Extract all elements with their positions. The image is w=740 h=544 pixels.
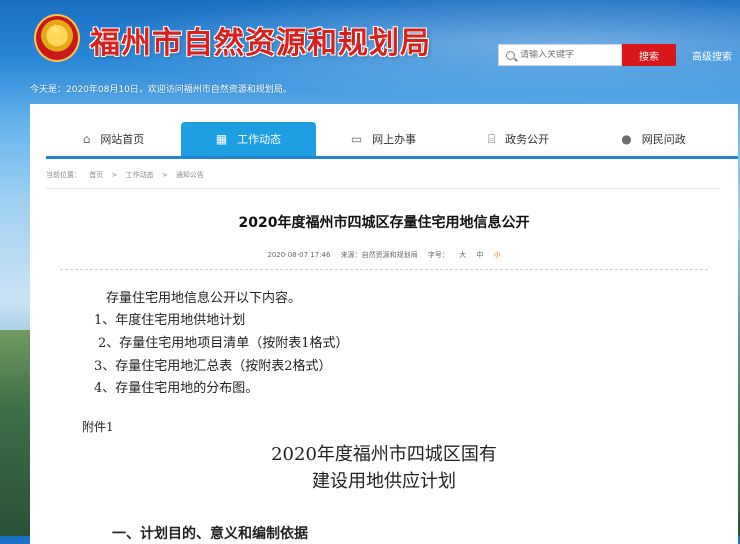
plan-title-line1: 2020年度福州市四城区国有 (271, 444, 497, 465)
nav-item-online-services[interactable]: ▭ 网上办事 (316, 122, 451, 156)
paragraph-item-3: 3、存量住宅用地汇总表（按附表2格式） (94, 359, 332, 374)
font-size-medium[interactable]: 中 (476, 251, 483, 259)
paragraph-item-2: 2、存量住宅用地项目清单（按附表1格式） (98, 336, 349, 351)
nav-item-home[interactable]: ⌂ 网站首页 (46, 122, 181, 156)
nav-item-label: 网民问政 (641, 133, 686, 146)
font-size-small[interactable]: 小 (494, 251, 501, 259)
nav-item-label: 网上办事 (372, 133, 417, 146)
font-size-large[interactable]: 大 (459, 251, 466, 259)
main-nav: ⌂ 网站首页 ▦ 工作动态 ▭ 网上办事 ⌸ 政务公开 ● 网民问政 (46, 122, 738, 159)
article-source: 来源：自然资源和规划局 (340, 251, 418, 259)
paragraph-item-4: 4、存量住宅用地的分布图。 (94, 381, 259, 396)
breadcrumb-separator: > (161, 171, 168, 179)
nav-item-gov-info[interactable]: ⌸ 政务公开 (451, 122, 586, 156)
grid-icon: ▦ (215, 132, 228, 146)
attachment-label: 附件1 (82, 420, 114, 434)
nav-item-label: 网站首页 (100, 133, 145, 146)
search-box[interactable] (498, 44, 622, 66)
monitor-icon: ▭ (350, 132, 363, 146)
nav-item-work-news[interactable]: ▦ 工作动态 (181, 122, 316, 156)
nav-item-label: 工作动态 (237, 133, 282, 146)
article-date: 2020-08-07 17:46 (267, 251, 331, 259)
advanced-search-link[interactable]: 高级搜索 (684, 44, 740, 66)
paragraph-item-1: 1、年度住宅用地供地计划 (94, 313, 246, 328)
breadcrumb-item-work-news[interactable]: 工作动态 (126, 171, 154, 179)
search-icon (506, 50, 515, 60)
article-meta: 2020-08-07 17:46 来源：自然资源和规划局 字号： 大 中 小 (30, 250, 738, 260)
article-title: 2020年度福州市四城区存量住宅用地信息公开 (238, 215, 530, 231)
breadcrumb-separator: > (111, 171, 118, 179)
divider (60, 269, 708, 270)
plan-title-line2: 建设用地供应计划 (312, 471, 456, 492)
breadcrumb-item-notices[interactable]: 通知公告 (176, 171, 204, 179)
national-emblem-icon: ★ (34, 14, 80, 62)
welcome-text: 今天是：2020年08月10日，欢迎访问福州市自然资源和规划局。 (30, 85, 292, 95)
section-heading: 一、计划目的、意义和编制依据 (112, 526, 308, 542)
breadcrumb-item-home[interactable]: 首页 (89, 171, 103, 179)
font-size-label: 字号： (427, 251, 449, 259)
breadcrumb-prefix: 当前位置： (46, 171, 81, 179)
content-card: ⌂ 网站首页 ▦ 工作动态 ▭ 网上办事 ⌸ 政务公开 ● 网民问政 当前位置：… (30, 104, 738, 544)
search-button[interactable]: 搜索 (622, 44, 676, 66)
building-icon: ⌸ (487, 131, 496, 146)
paragraph-intro: 存量住宅用地信息公开以下内容。 (106, 291, 302, 306)
search-input[interactable] (520, 50, 616, 60)
home-icon: ⌂ (82, 132, 91, 146)
site-title: 福州市自然资源和规划局 (90, 26, 431, 61)
nav-item-label: 政务公开 (505, 133, 550, 146)
nav-item-public-inquiry[interactable]: ● 网民问政 (586, 122, 721, 156)
breadcrumb: 当前位置： 首页 > 工作动态 > 通知公告 (46, 170, 720, 189)
person-icon: ● (621, 132, 632, 146)
